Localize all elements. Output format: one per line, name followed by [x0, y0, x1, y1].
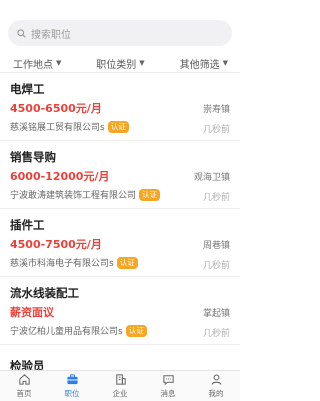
- user-icon: [211, 374, 221, 385]
- company-name: 慈溪市科海电子有限公司s: [10, 259, 114, 269]
- tab-home[interactable]: 首页: [0, 371, 48, 401]
- job-card[interactable]: 插件工 4500-7500元/月 周巷镇 慈溪市科海电子有限公司s 认证 几秒前: [0, 209, 240, 277]
- tab-label: 我的: [208, 389, 224, 398]
- filter-other[interactable]: 其他筛选 ▼: [179, 56, 228, 71]
- filter-location[interactable]: 工作地点 ▼: [13, 56, 62, 71]
- job-title: 销售导购: [10, 150, 56, 164]
- job-title: 插件工: [10, 218, 45, 232]
- tab-messages[interactable]: 消息: [144, 371, 192, 401]
- caret-down-icon: ▼: [56, 59, 62, 67]
- building-icon: [115, 374, 126, 385]
- job-salary: 6000-12000元/月: [10, 170, 110, 183]
- search-icon: [17, 28, 26, 38]
- company-line: 宁波敢涛建筑装饰工程有限公司 认证: [10, 188, 161, 201]
- search-bar-area: 搜索职位: [0, 0, 240, 56]
- company-line: 慈溪铭展工贸有限公司s 认证: [10, 120, 129, 133]
- verified-badge: 认证: [107, 120, 129, 133]
- filter-label: 其他筛选: [179, 59, 220, 71]
- job-location: 崇寿镇: [202, 105, 230, 115]
- caret-down-icon: ▼: [139, 59, 145, 67]
- company-line: 慈溪市科海电子有限公司s 认证: [10, 256, 138, 269]
- job-salary: 4500-6500元/月: [10, 102, 102, 115]
- tab-label: 消息: [160, 389, 176, 398]
- verified-badge: 认证: [125, 324, 147, 337]
- job-card[interactable]: 销售导购 6000-12000元/月 观海卫镇 宁波敢涛建筑装饰工程有限公司 认…: [0, 141, 240, 209]
- tab-profile[interactable]: 我的: [192, 371, 240, 401]
- job-location: 观海卫镇: [193, 173, 230, 183]
- verified-badge: 认证: [139, 188, 161, 201]
- job-salary: 薪资面议: [10, 306, 54, 319]
- filter-label: 工作地点: [13, 59, 53, 71]
- company-line: 宁波亿柏儿童用品有限公司s 认证: [10, 324, 147, 337]
- job-list: 电焊工 4500-6500元/月 崇寿镇 慈溪铭展工贸有限公司s 认证 几秒前 …: [0, 73, 240, 345]
- search-input[interactable]: 搜索职位: [8, 20, 232, 46]
- tab-label: 首页: [16, 389, 32, 398]
- tab-jobs[interactable]: 职位: [48, 371, 96, 401]
- post-time: 几秒前: [202, 329, 230, 339]
- post-time: 几秒前: [202, 261, 230, 271]
- job-salary: 4500-7500元/月: [10, 238, 102, 251]
- tab-label: 职位: [64, 389, 80, 398]
- job-location: 掌起镇: [202, 309, 230, 319]
- message-icon: [162, 375, 174, 386]
- post-time: 几秒前: [202, 125, 230, 135]
- filter-label: 职位类别: [96, 59, 137, 71]
- job-location: 周巷镇: [202, 241, 230, 251]
- briefcase-icon: [66, 374, 78, 385]
- verified-badge: 认证: [116, 256, 138, 269]
- tab-label: 企业: [112, 389, 128, 398]
- job-title: 电焊工: [10, 82, 45, 96]
- job-title: 流水线装配工: [10, 286, 79, 300]
- search-placeholder: 搜索职位: [31, 29, 71, 41]
- company-name: 宁波敢涛建筑装饰工程有限公司: [10, 191, 137, 201]
- tab-companies[interactable]: 企业: [96, 371, 144, 401]
- bottom-tab-bar: 首页 职位 企业 消息 我的: [0, 370, 240, 401]
- caret-down-icon: ▼: [222, 59, 228, 67]
- company-name: 慈溪铭展工贸有限公司s: [10, 123, 105, 133]
- company-name: 宁波亿柏儿童用品有限公司s: [10, 327, 123, 337]
- job-card[interactable]: 电焊工 4500-6500元/月 崇寿镇 慈溪铭展工贸有限公司s 认证 几秒前: [0, 73, 240, 141]
- job-card[interactable]: 流水线装配工 薪资面议 掌起镇 宁波亿柏儿童用品有限公司s 认证 几秒前: [0, 277, 240, 345]
- filter-category[interactable]: 职位类别 ▼: [96, 56, 145, 71]
- filter-bar: 工作地点 ▼ 职位类别 ▼ 其他筛选 ▼: [0, 56, 240, 71]
- home-icon: [18, 374, 30, 385]
- post-time: 几秒前: [202, 193, 230, 203]
